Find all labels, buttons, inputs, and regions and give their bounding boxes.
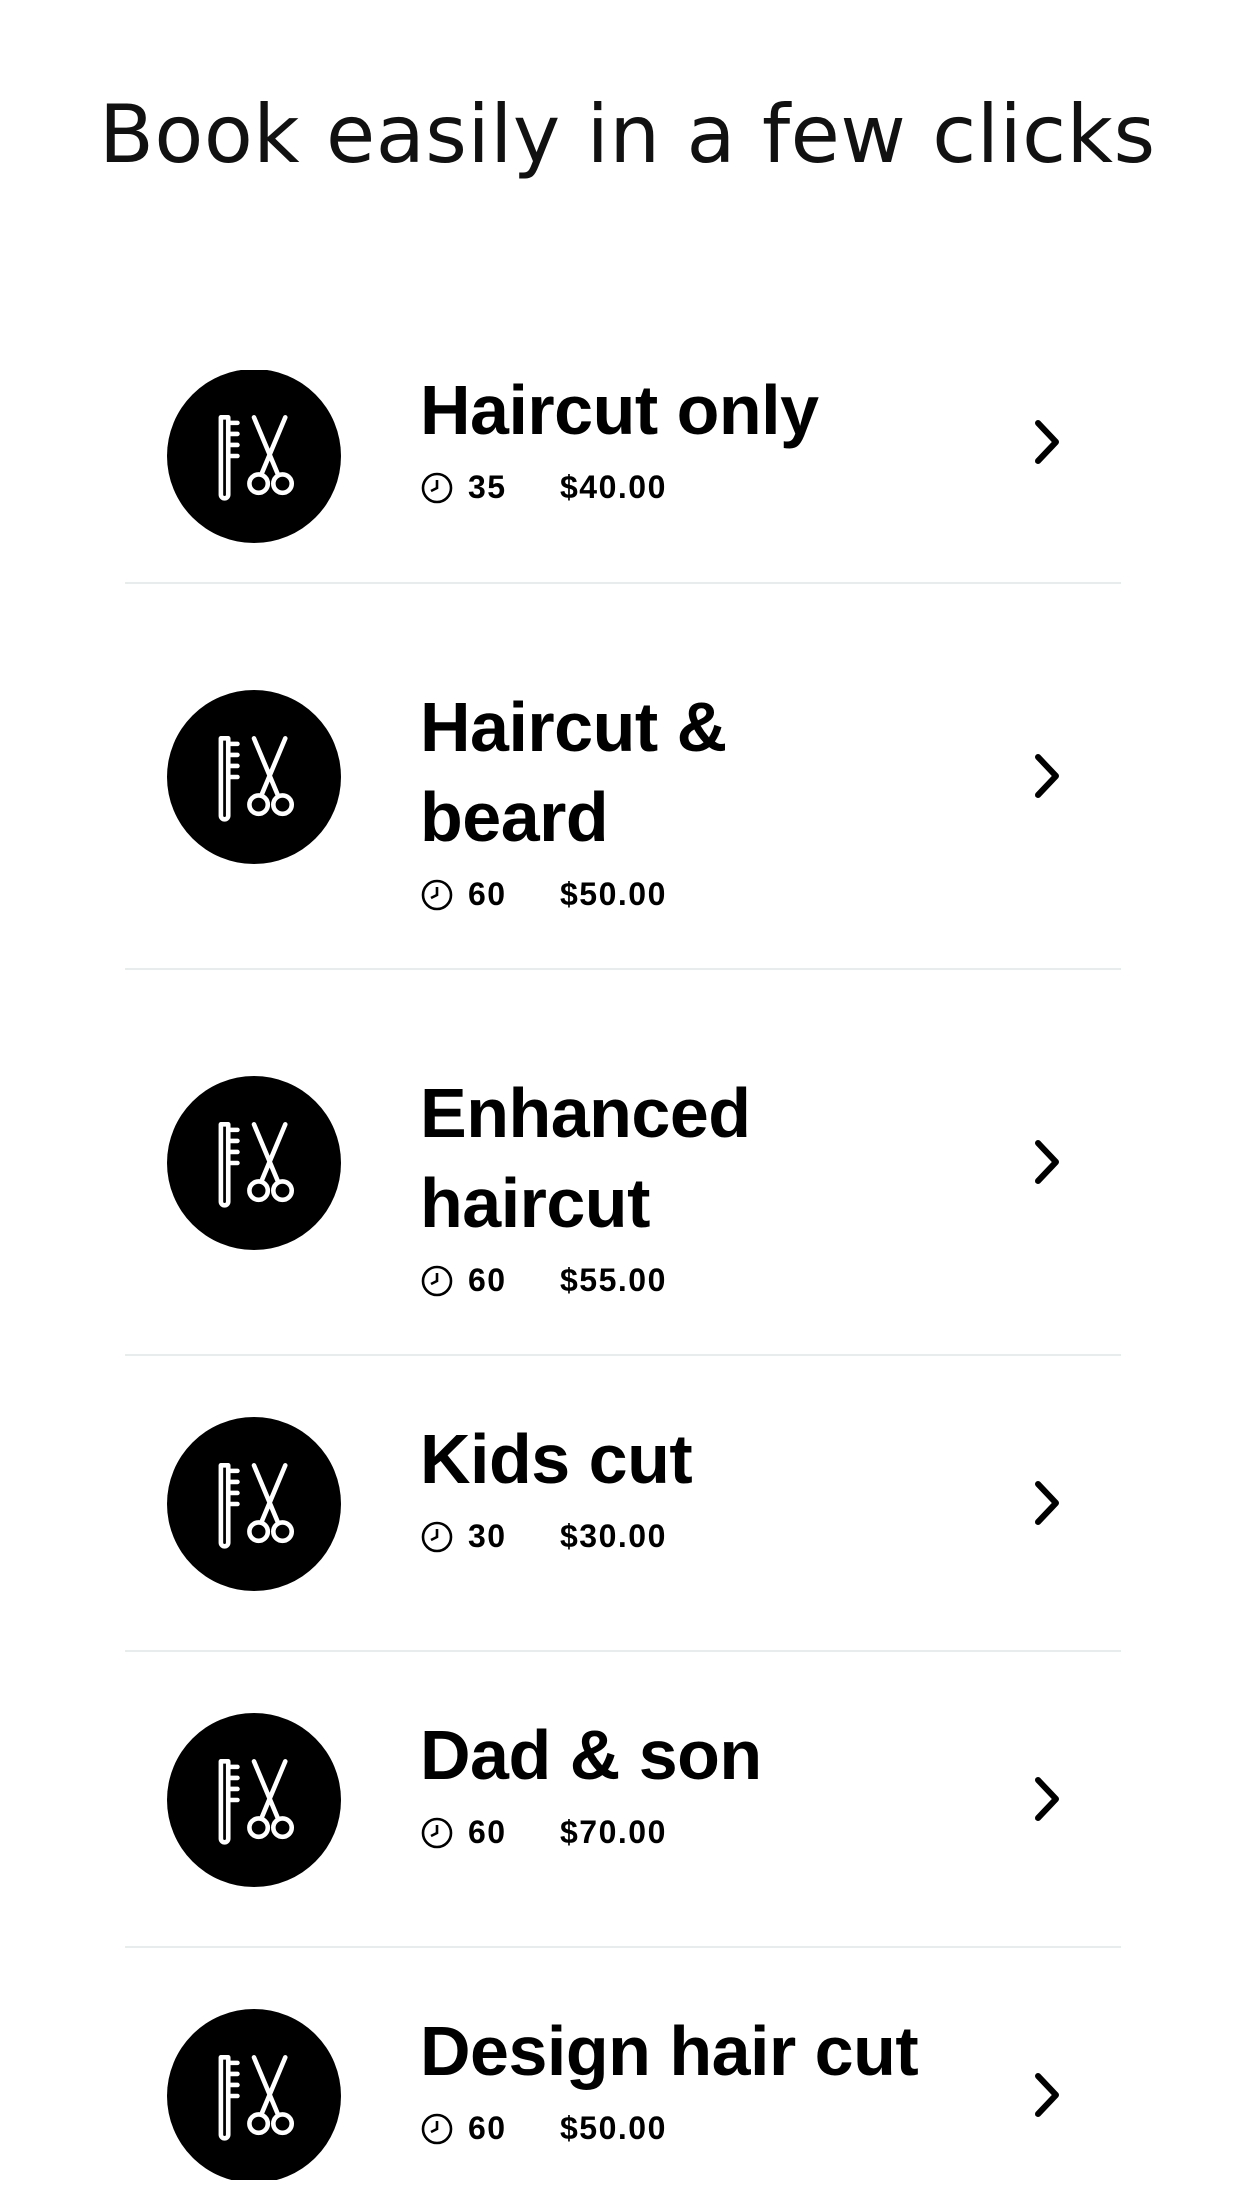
service-price: $50.00 bbox=[560, 2110, 667, 2146]
service-item-enhanced-haircut[interactable]: Enhanced haircut 60 $55.00 bbox=[125, 970, 1121, 1356]
chevron-right-icon[interactable] bbox=[1026, 749, 1066, 803]
service-duration: 30 bbox=[468, 1518, 507, 1554]
service-price: $70.00 bbox=[560, 1814, 667, 1850]
clock-icon bbox=[421, 2113, 453, 2144]
service-price: $40.00 bbox=[560, 469, 667, 505]
service-duration: 35 bbox=[468, 469, 507, 505]
clock-icon bbox=[421, 1265, 453, 1296]
comb-scissors-icon bbox=[167, 1713, 341, 1887]
service-name: Haircut only bbox=[420, 371, 819, 449]
comb-scissors-icon bbox=[167, 2009, 341, 2180]
service-item-kids-cut[interactable]: Kids cut 30 $30.00 bbox=[125, 1356, 1121, 1652]
service-meta: 60 $50.00 bbox=[420, 876, 980, 913]
service-name: Kids cut bbox=[420, 1420, 693, 1498]
chevron-right-icon[interactable] bbox=[1026, 2068, 1066, 2122]
service-price: $30.00 bbox=[560, 1518, 667, 1554]
service-meta: 30 $30.00 bbox=[420, 1518, 980, 1555]
service-item-dad-son[interactable]: Dad & son 60 $70.00 bbox=[125, 1652, 1121, 1948]
service-duration: 60 bbox=[468, 876, 507, 912]
service-price: $50.00 bbox=[560, 876, 667, 912]
service-item-haircut-beard[interactable]: Haircut & beard 60 $50.00 bbox=[125, 584, 1121, 970]
service-duration: 60 bbox=[468, 1262, 507, 1298]
page-title: Book easily in a few clicks bbox=[99, 88, 1156, 181]
chevron-right-icon[interactable] bbox=[1026, 1772, 1066, 1826]
service-name: Dad & son bbox=[420, 1716, 762, 1794]
clock-icon bbox=[421, 1521, 453, 1552]
service-meta: 35 $40.00 bbox=[420, 469, 980, 506]
service-item-design-hair-cut[interactable]: Design hair cut 60 $50.00 bbox=[125, 1948, 1121, 2180]
chevron-right-icon[interactable] bbox=[1026, 1135, 1066, 1189]
service-meta: 60 $70.00 bbox=[420, 1814, 980, 1851]
service-meta: 60 $50.00 bbox=[420, 2110, 980, 2147]
service-meta: 60 $55.00 bbox=[420, 1262, 980, 1299]
service-name: Haircut & beard bbox=[420, 688, 727, 856]
service-name: Enhanced haircut bbox=[420, 1074, 751, 1242]
service-item-haircut-only[interactable]: Haircut only 35 $40.00 bbox=[125, 370, 1121, 584]
clock-icon bbox=[421, 1817, 453, 1848]
comb-scissors-icon bbox=[167, 1076, 341, 1250]
service-duration: 60 bbox=[468, 2110, 507, 2146]
comb-scissors-icon bbox=[167, 1417, 341, 1591]
service-duration: 60 bbox=[468, 1814, 507, 1850]
chevron-right-icon[interactable] bbox=[1026, 1476, 1066, 1530]
service-name: Design hair cut bbox=[420, 2012, 919, 2090]
comb-scissors-icon bbox=[167, 690, 341, 864]
clock-icon bbox=[421, 879, 453, 910]
clock-icon bbox=[421, 472, 453, 503]
comb-scissors-icon bbox=[167, 370, 341, 543]
service-price: $55.00 bbox=[560, 1262, 667, 1298]
chevron-right-icon[interactable] bbox=[1026, 415, 1066, 469]
service-list[interactable]: Haircut only 35 $40.00 Haircut & beard 6… bbox=[0, 370, 1242, 2180]
